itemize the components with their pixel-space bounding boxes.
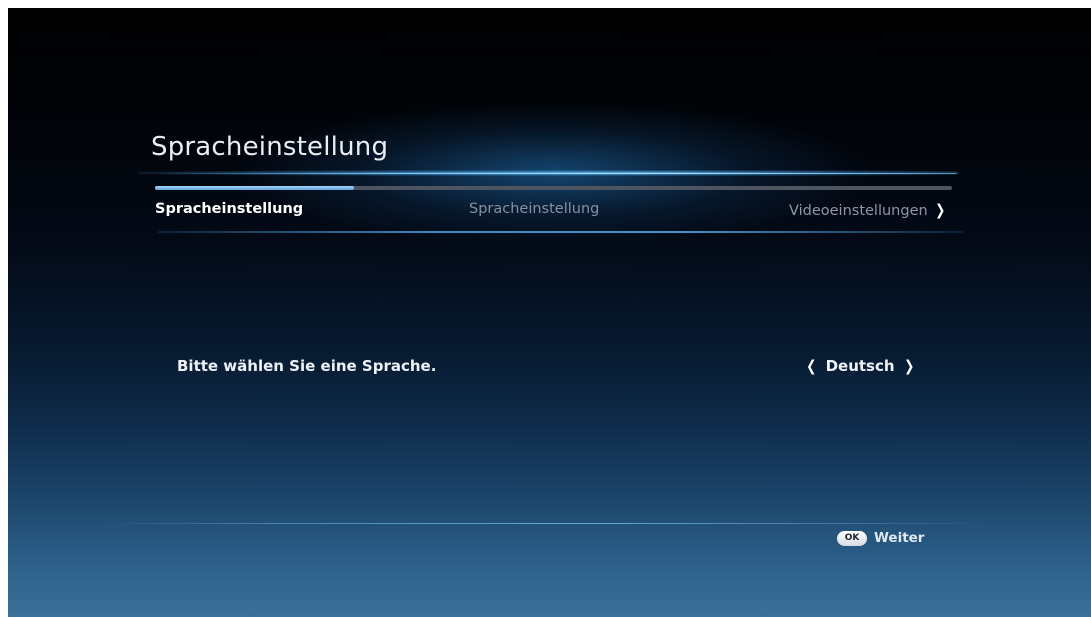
wizard-step-upcoming-label: Videoeinstellungen [789,203,928,219]
footer-divider [106,523,986,524]
chevron-left-icon[interactable]: ❮ [806,357,816,375]
title-divider [151,173,956,174]
wizard-progress-fill [155,186,355,190]
steps-divider [158,231,963,233]
wizard-progress-bar [155,186,952,190]
language-value: Deutsch [825,357,895,375]
chevron-right-icon[interactable]: ❯ [904,357,914,375]
page-title: Spracheinstellung [151,132,389,162]
wizard-steps: Spracheinstellung Spracheinstellung Vide… [155,201,975,225]
wizard-step-next: Spracheinstellung [469,201,600,217]
language-prompt: Bitte wählen Sie eine Sprache. [177,357,437,375]
ok-key-icon: OK [837,530,867,546]
language-selector[interactable]: ❮ Deutsch ❯ [805,357,915,375]
continue-button[interactable]: OK Weiter [837,530,924,546]
continue-label: Weiter [874,530,925,546]
wizard-step-upcoming[interactable]: Videoeinstellungen ❯ [789,201,946,219]
setup-screen: Spracheinstellung Spracheinstellung Spra… [8,8,1091,617]
wizard-step-current: Spracheinstellung [155,201,304,217]
chevron-right-icon[interactable]: ❯ [935,201,945,219]
